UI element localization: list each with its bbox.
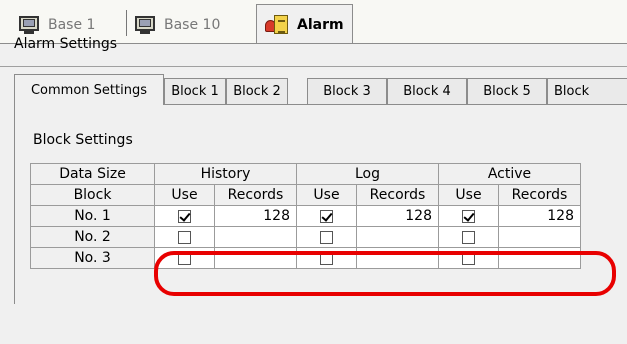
header-history-records: Records bbox=[214, 184, 297, 206]
tab-separator bbox=[126, 10, 127, 36]
active-records-cell[interactable] bbox=[498, 226, 581, 248]
table-row: No. 3 bbox=[30, 247, 581, 269]
header-block: Block bbox=[30, 184, 155, 206]
tab-base-10[interactable]: Base 10 bbox=[134, 7, 220, 43]
active-use-checkbox[interactable] bbox=[462, 230, 475, 244]
tab-block-1[interactable]: Block 1 bbox=[164, 78, 226, 104]
table-row: No. 1 128 128 128 bbox=[30, 205, 581, 227]
header-data-size: Data Size bbox=[30, 163, 155, 185]
title-divider bbox=[0, 66, 627, 67]
monitor-icon bbox=[134, 15, 156, 35]
log-use-checkbox[interactable] bbox=[320, 209, 333, 223]
history-use-checkbox[interactable] bbox=[178, 209, 191, 223]
history-records-cell[interactable]: 128 bbox=[214, 205, 297, 227]
history-records-cell[interactable] bbox=[214, 226, 297, 248]
header-history: History bbox=[154, 163, 297, 185]
active-records-cell[interactable] bbox=[498, 247, 581, 269]
log-records-cell[interactable] bbox=[356, 247, 439, 269]
tab-body-border bbox=[14, 104, 15, 304]
active-records-cell[interactable]: 128 bbox=[498, 205, 581, 227]
table-row: No. 2 bbox=[30, 226, 581, 248]
block-settings-grid: Data Size History Log Active Block Use R… bbox=[30, 163, 581, 269]
block-label: No. 3 bbox=[30, 247, 155, 269]
monitor-icon bbox=[18, 15, 40, 35]
block-label: No. 1 bbox=[30, 205, 155, 227]
alarm-icon bbox=[265, 14, 289, 36]
header-active-use: Use bbox=[438, 184, 499, 206]
tab-block-6-partial[interactable]: Block bbox=[547, 78, 627, 104]
tab-alarm-label: Alarm bbox=[297, 16, 344, 33]
log-use-checkbox[interactable] bbox=[320, 230, 333, 244]
log-use-checkbox[interactable] bbox=[320, 251, 333, 265]
settings-tab-strip: Common Settings Block 1 Block 2 Block 3 … bbox=[14, 74, 627, 105]
tab-block-5[interactable]: Block 5 bbox=[467, 78, 547, 104]
tab-block-4[interactable]: Block 4 bbox=[387, 78, 467, 104]
log-records-cell[interactable]: 128 bbox=[356, 205, 439, 227]
log-records-cell[interactable] bbox=[356, 226, 439, 248]
header-active-records: Records bbox=[498, 184, 581, 206]
active-use-checkbox[interactable] bbox=[462, 251, 475, 265]
page-title: Alarm Settings bbox=[14, 36, 118, 52]
block-settings-title: Block Settings bbox=[33, 132, 133, 148]
tab-block-3[interactable]: Block 3 bbox=[307, 78, 387, 104]
tab-common-settings[interactable]: Common Settings bbox=[14, 74, 164, 105]
header-history-use: Use bbox=[154, 184, 215, 206]
history-use-checkbox[interactable] bbox=[178, 230, 191, 244]
history-use-checkbox[interactable] bbox=[178, 251, 191, 265]
tab-alarm[interactable]: Alarm bbox=[256, 4, 353, 44]
tab-base-1-label: Base 1 bbox=[48, 17, 96, 33]
history-records-cell[interactable] bbox=[214, 247, 297, 269]
header-log-records: Records bbox=[356, 184, 439, 206]
block-label: No. 2 bbox=[30, 226, 155, 248]
header-log: Log bbox=[296, 163, 439, 185]
grid-subheader-row: Block Use Records Use Records Use Record… bbox=[30, 184, 581, 206]
tab-block-2[interactable]: Block 2 bbox=[226, 78, 288, 104]
active-use-checkbox[interactable] bbox=[462, 209, 475, 223]
header-active: Active bbox=[438, 163, 581, 185]
tab-base-10-label: Base 10 bbox=[164, 17, 221, 33]
grid-header-row: Data Size History Log Active bbox=[30, 163, 581, 185]
header-log-use: Use bbox=[296, 184, 357, 206]
